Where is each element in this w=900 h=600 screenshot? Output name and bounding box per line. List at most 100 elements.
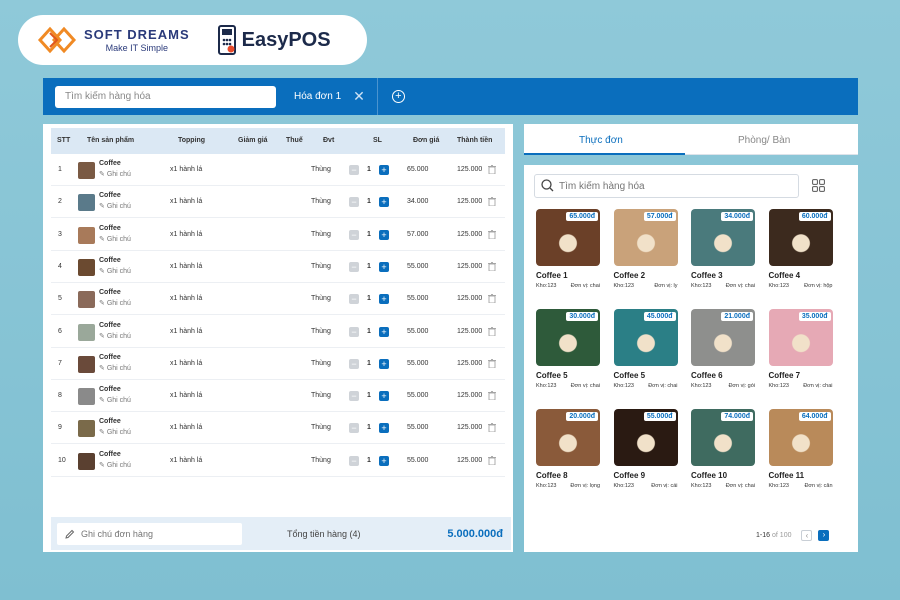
table-row[interactable]: 5 Coffee ✎ Ghi chú x1 hành lá Thùng − 1 +55.000…: [51, 283, 505, 316]
product-note[interactable]: Ghi chú: [107, 171, 131, 178]
increase-qty-button[interactable]: +: [379, 423, 389, 434]
product-note[interactable]: Ghi chú: [107, 397, 131, 404]
product-name: Coffee: [99, 418, 121, 426]
increase-qty-button[interactable]: +: [379, 455, 389, 466]
product-image: 64.000đ: [768, 409, 833, 466]
menu-item-card[interactable]: 21.000đ Coffee 6 Kho:123 Đơn vị: gói: [691, 309, 755, 389]
increase-qty-button[interactable]: +: [379, 197, 389, 208]
tab-tables[interactable]: Phòng/ Bàn: [738, 135, 790, 146]
next-page-button[interactable]: ›: [818, 530, 830, 541]
menu-item-card[interactable]: 55.000đ Coffee 9 Kho:123 Đơn vị: cái: [613, 409, 678, 489]
menu-item-card[interactable]: 30.000đ Coffee 5 Kho:123 Đơn vị: chai: [536, 309, 600, 389]
qty-value[interactable]: 1: [367, 166, 371, 173]
increase-qty-button[interactable]: +: [379, 358, 389, 369]
increase-qty-button[interactable]: +: [379, 294, 389, 305]
decrease-qty-button[interactable]: −: [349, 197, 359, 208]
stock-value: Kho:123: [536, 383, 557, 389]
table-row[interactable]: 4 Coffee ✎ Ghi chú x1 hành lá Thùng − 1 +55.000…: [51, 251, 505, 283]
trash-icon[interactable]: [488, 197, 496, 207]
decrease-qty-button[interactable]: −: [349, 294, 359, 305]
qty-value[interactable]: 1: [367, 231, 371, 238]
table-row[interactable]: 2 Coffee ✎ Ghi chú x1 hành lá Thùng − 1 +34.000…: [51, 186, 505, 219]
grid-view-icon[interactable]: [812, 179, 825, 192]
tab-menu[interactable]: Thực đơn: [579, 135, 623, 146]
note-pencil-icon: ✎: [99, 235, 105, 243]
table-header: STT Tên sản phẩm Topping Giảm giá Thuế Đvt SL Đ…: [51, 128, 505, 154]
qty-value[interactable]: 1: [367, 198, 371, 205]
note-pencil-icon: ✎: [99, 300, 105, 308]
menu-item-card[interactable]: 57.000đ Coffee 2 Kho:123 Đơn vị: ly: [613, 209, 678, 289]
increase-qty-button[interactable]: +: [379, 229, 389, 240]
trash-icon[interactable]: [488, 391, 496, 401]
prev-page-button[interactable]: ‹: [801, 530, 813, 541]
product-note[interactable]: Ghi chú: [107, 429, 131, 436]
qty-value[interactable]: 1: [367, 263, 371, 270]
trash-icon[interactable]: [488, 165, 496, 174]
table-row[interactable]: 3 Coffee ✎ Ghi chú x1 hành lá Thùng − 1 +57.000…: [51, 219, 505, 251]
increase-qty-button[interactable]: +: [379, 391, 389, 402]
menu-item-card[interactable]: 60.000đ Coffee 4 Kho:123 Đơn vị: hộp: [768, 209, 833, 289]
topping-value: x1 hành lá: [170, 166, 203, 173]
product-name: Coffee 4: [768, 271, 801, 280]
menu-item-card[interactable]: 20.000đ Coffee 8 Kho:123 Đơn vị: lọng: [536, 409, 600, 489]
topping-value: x1 hành lá: [170, 359, 203, 367]
product-thumbnail: [78, 355, 95, 373]
decrease-qty-button[interactable]: −: [349, 165, 359, 175]
qty-value[interactable]: 1: [367, 328, 371, 335]
softdreams-logo: SOFT DREAMS Make IT Simple: [36, 23, 190, 57]
table-row[interactable]: 1 Coffee ✎ Ghi chú x1 hành lá Thùng − 1 +65.000…: [51, 154, 505, 186]
menu-item-card[interactable]: 65.000đ Coffee 1 Kho:123 Đơn vị: chai: [536, 209, 600, 289]
tab-invoice-1[interactable]: Hóa đơn 1 ✕: [294, 88, 365, 105]
stock-value: Kho:123: [768, 383, 790, 389]
trash-icon[interactable]: [488, 423, 496, 433]
table-row[interactable]: 6 Coffee ✎ Ghi chú x1 hành lá Thùng − 1 +55.000…: [51, 316, 505, 348]
trash-icon[interactable]: [488, 229, 496, 239]
product-search-input[interactable]: [55, 85, 276, 108]
table-row[interactable]: 9 Coffee ✎ Ghi chú x1 hành lá Thùng − 1 +55.000…: [51, 412, 505, 445]
close-icon[interactable]: ✕: [353, 88, 365, 105]
table-row[interactable]: 7 Coffee ✎ Ghi chú x1 hành lá Thùng − 1 +55.000…: [51, 348, 505, 380]
product-note[interactable]: Ghi chú: [107, 268, 131, 275]
line-total: 125.000: [457, 198, 483, 206]
add-invoice-icon[interactable]: +: [391, 90, 405, 103]
trash-icon[interactable]: [488, 455, 496, 465]
qty-value[interactable]: 1: [367, 424, 371, 431]
decrease-qty-button[interactable]: −: [349, 358, 359, 369]
top-toolbar: Hóa đơn 1 ✕ +: [43, 78, 858, 115]
decrease-qty-button[interactable]: −: [349, 261, 359, 272]
decrease-qty-button[interactable]: −: [349, 391, 359, 402]
qty-value[interactable]: 1: [367, 457, 371, 464]
increase-qty-button[interactable]: +: [379, 261, 389, 272]
qty-value[interactable]: 1: [367, 295, 371, 302]
product-note[interactable]: Ghi chú: [107, 236, 131, 243]
menu-item-card[interactable]: 35.000đ Coffee 7 Kho:123 Đơn vị: chai: [768, 309, 833, 389]
product-note[interactable]: Ghi chú: [107, 333, 131, 340]
table-row[interactable]: 10 Coffee ✎ Ghi chú x1 hành lá Thùng − 1 +55.00…: [51, 445, 505, 477]
product-note[interactable]: Ghi chú: [107, 203, 131, 210]
increase-qty-button[interactable]: +: [379, 326, 389, 337]
trash-icon[interactable]: [488, 358, 496, 368]
table-row[interactable]: 8 Coffee ✎ Ghi chú x1 hành lá Thùng − 1 +55.000…: [51, 380, 505, 413]
product-note[interactable]: Ghi chú: [107, 462, 131, 469]
trash-icon[interactable]: [488, 326, 496, 336]
decrease-qty-button[interactable]: −: [349, 423, 359, 434]
unit-value: Thùng: [311, 327, 331, 335]
product-name: Coffee: [99, 224, 121, 232]
menu-item-card[interactable]: 64.000đ Coffee 11 Kho:123 Đơn vị: cân: [768, 409, 833, 489]
product-note[interactable]: Ghi chú: [107, 300, 131, 307]
menu-search-input[interactable]: [534, 174, 799, 198]
menu-item-card[interactable]: 74.000đ Coffee 10 Kho:123 Đơn vị: chai: [691, 409, 755, 489]
menu-item-card[interactable]: 34.000đ Coffee 3 Kho:123 Đơn vị: chai: [691, 209, 755, 289]
decrease-qty-button[interactable]: −: [349, 229, 359, 240]
menu-item-card[interactable]: 45.000đ Coffee 5 Kho:123 Đơn vị: chai: [613, 309, 678, 389]
trash-icon[interactable]: [488, 294, 496, 304]
row-index: 3: [58, 230, 62, 238]
product-note[interactable]: Ghi chú: [107, 365, 131, 372]
trash-icon[interactable]: [488, 261, 496, 271]
increase-qty-button[interactable]: +: [379, 165, 389, 175]
order-note-input[interactable]: [57, 523, 242, 545]
qty-value[interactable]: 1: [367, 360, 371, 367]
qty-value[interactable]: 1: [367, 392, 371, 399]
decrease-qty-button[interactable]: −: [349, 455, 359, 466]
decrease-qty-button[interactable]: −: [349, 326, 359, 337]
